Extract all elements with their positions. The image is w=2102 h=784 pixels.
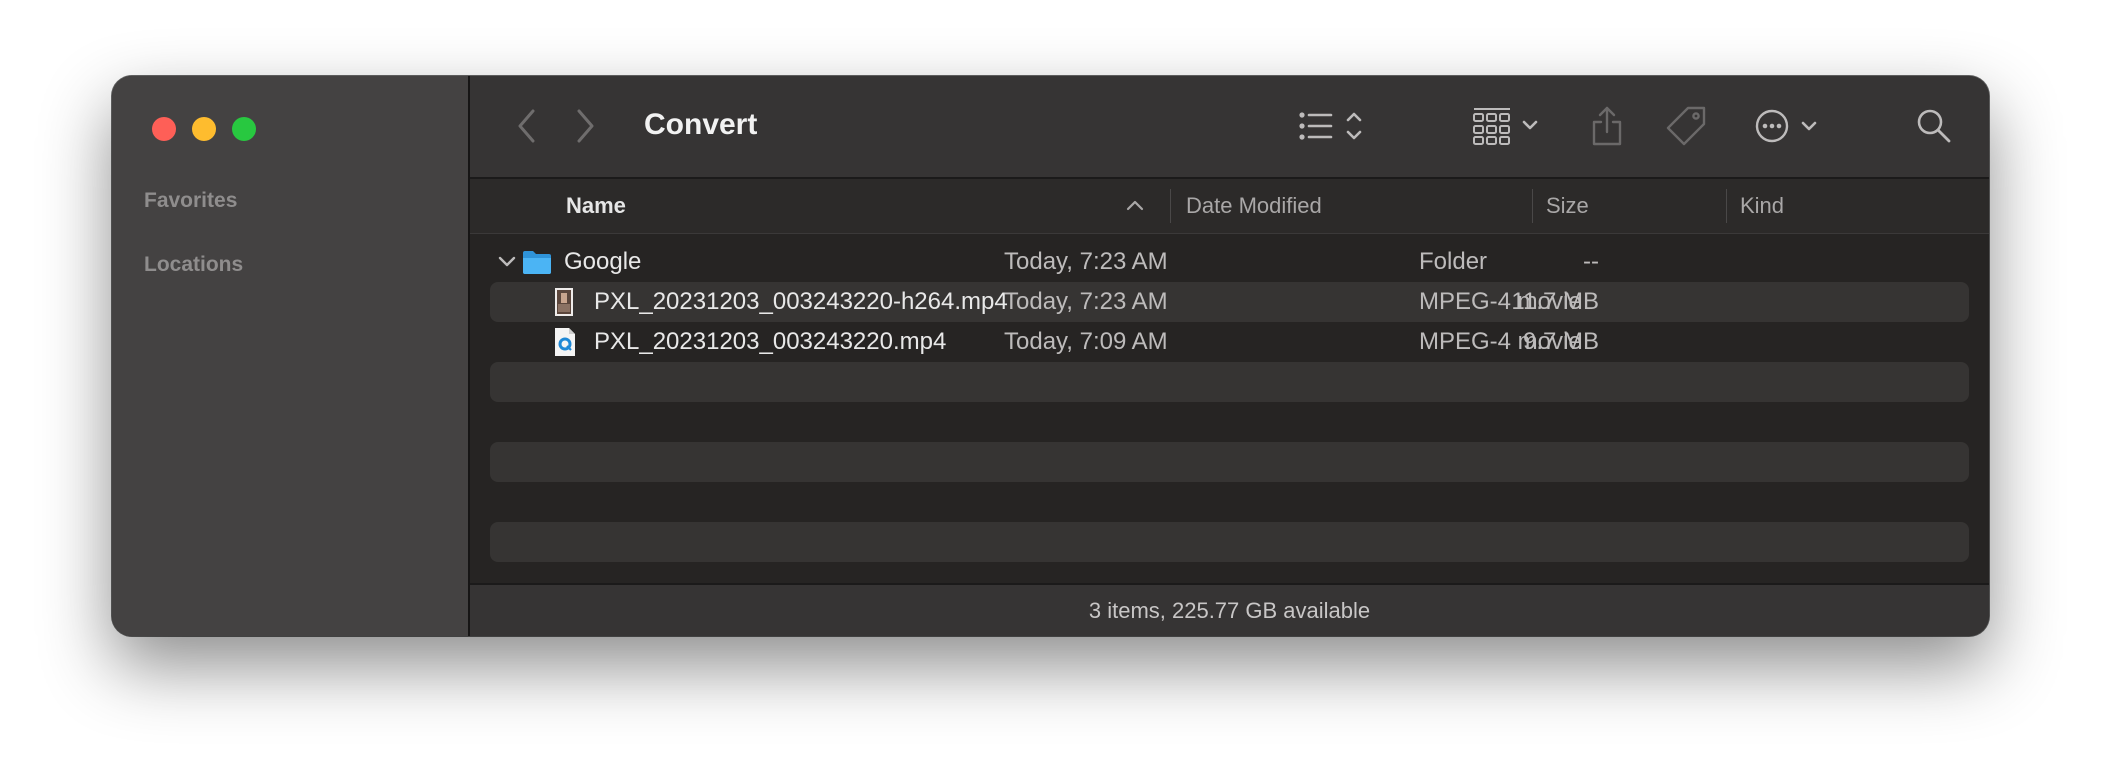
table-row[interactable]: PXL_20231203_003243220.mp4 Today, 7:09 A… [490,322,1969,362]
file-date: Today, 7:23 AM [1004,288,1168,315]
table-row[interactable]: Google Today, 7:23 AM -- Folder [490,242,1969,282]
share-icon [1592,106,1622,146]
list-view-icon [1299,112,1362,140]
tag-button[interactable] [1666,100,1708,152]
file-date: Today, 7:23 AM [1004,248,1168,275]
close-window-button[interactable] [152,117,176,141]
column-size-header[interactable]: Size [1546,179,1589,233]
sidebar-section-locations[interactable]: Locations [144,253,243,277]
file-kind: Folder [1419,248,1488,275]
file-name: PXL_20231203_003243220-h264.mp4 [594,288,1008,315]
column-divider[interactable] [1170,189,1171,223]
file-kind: MPEG-4 movie [1419,328,1582,355]
window-title: Convert [644,108,758,141]
file-list: Google Today, 7:23 AM -- Folder PXL_2023… [470,234,1989,583]
video-thumbnail-icon [555,288,573,316]
tag-icon [1666,106,1706,146]
toolbar: Convert [470,76,1989,179]
sidebar: Favorites Locations [112,76,470,636]
chevron-right-icon [577,109,594,143]
zoom-window-button[interactable] [232,117,256,141]
forward-button[interactable] [566,106,606,146]
view-options-button[interactable] [1296,100,1376,152]
empty-row [490,522,1969,562]
column-header: Name Date Modified Size Kind [470,179,1989,234]
main-pane: Convert Name Date Modified Size Kind Goo… [470,76,1989,636]
file-kind: MPEG-4 movie [1419,288,1582,315]
file-date: Today, 7:09 AM [1004,328,1168,355]
sidebar-section-favorites[interactable]: Favorites [144,189,237,213]
status-bar: 3 items, 225.77 GB available [470,583,1989,636]
quicktime-file-icon [555,328,575,356]
ellipsis-circle-icon [1755,109,1817,143]
more-actions-button[interactable] [1754,100,1824,152]
share-button[interactable] [1590,100,1624,152]
column-kind-header[interactable]: Kind [1740,179,1784,233]
minimize-window-button[interactable] [192,117,216,141]
column-name-header[interactable]: Name [566,179,626,233]
window-controls [152,117,256,141]
group-grid-icon [1473,108,1538,145]
disclosure-expanded-icon[interactable] [498,255,516,269]
column-divider[interactable] [1726,189,1727,223]
search-button[interactable] [1916,100,1952,152]
folder-icon [523,251,551,274]
finder-window: Favorites Locations Convert Name Date Mo… [112,76,1989,636]
column-date-header[interactable]: Date Modified [1186,179,1322,233]
file-name: Google [564,248,642,275]
back-button[interactable] [506,106,546,146]
empty-row [490,442,1969,482]
empty-row [490,362,1969,402]
sort-ascending-icon[interactable] [1126,199,1144,211]
chevron-left-icon [518,109,535,143]
file-name: PXL_20231203_003243220.mp4 [594,328,947,355]
column-divider[interactable] [1532,189,1533,223]
table-row[interactable]: PXL_20231203_003243220-h264.mp4 Today, 7… [490,282,1969,322]
search-icon [1917,109,1951,143]
group-button[interactable] [1472,100,1546,152]
